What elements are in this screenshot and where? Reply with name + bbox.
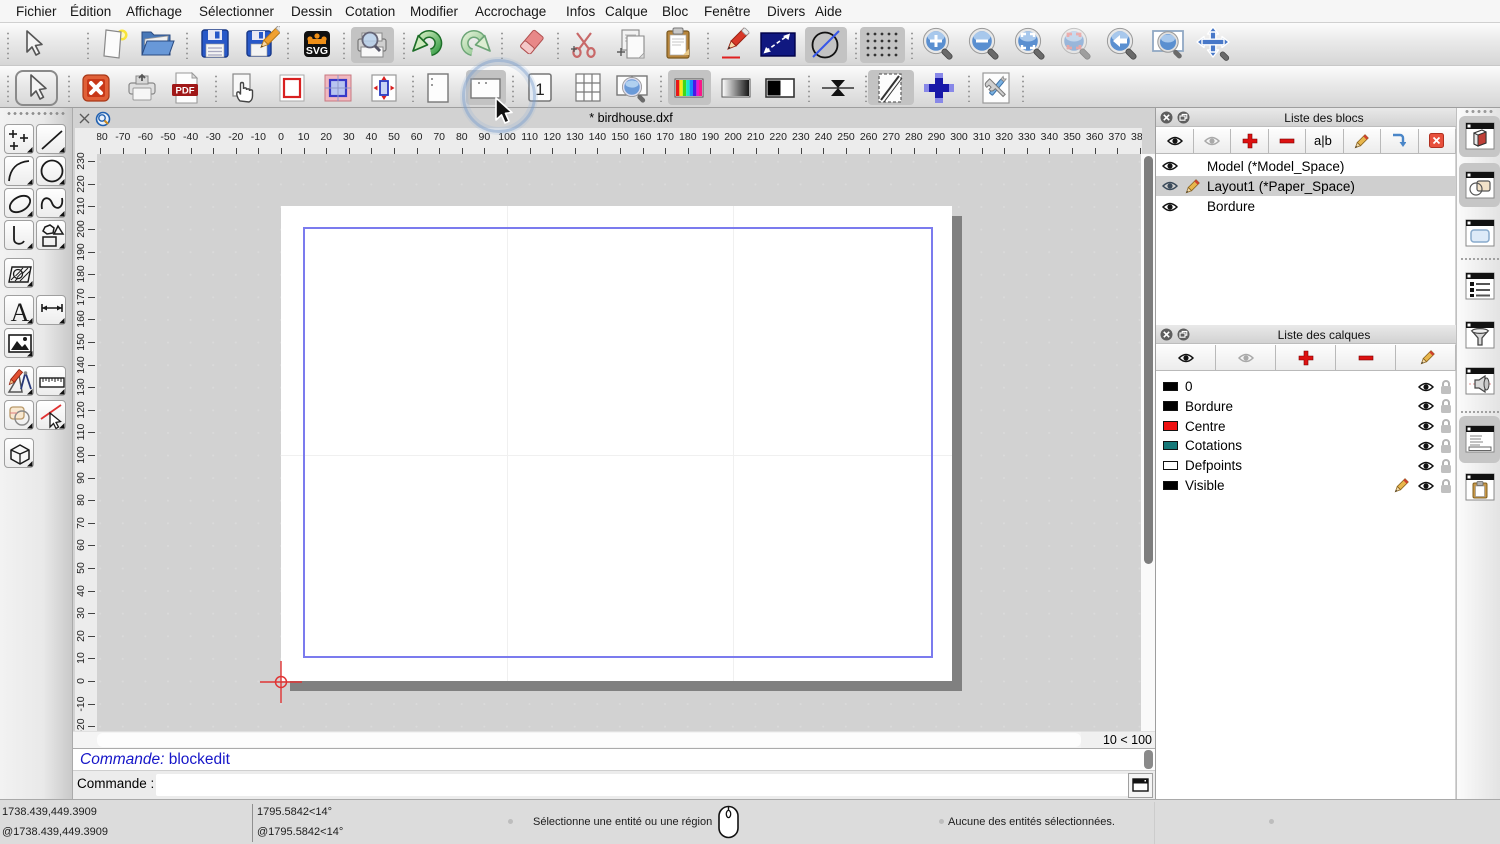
svg-text:PDF: PDF [176,86,195,97]
svg-text:A: A [11,298,30,326]
svg-text:SVG: SVG [306,45,328,57]
svg-text:1: 1 [535,80,544,99]
